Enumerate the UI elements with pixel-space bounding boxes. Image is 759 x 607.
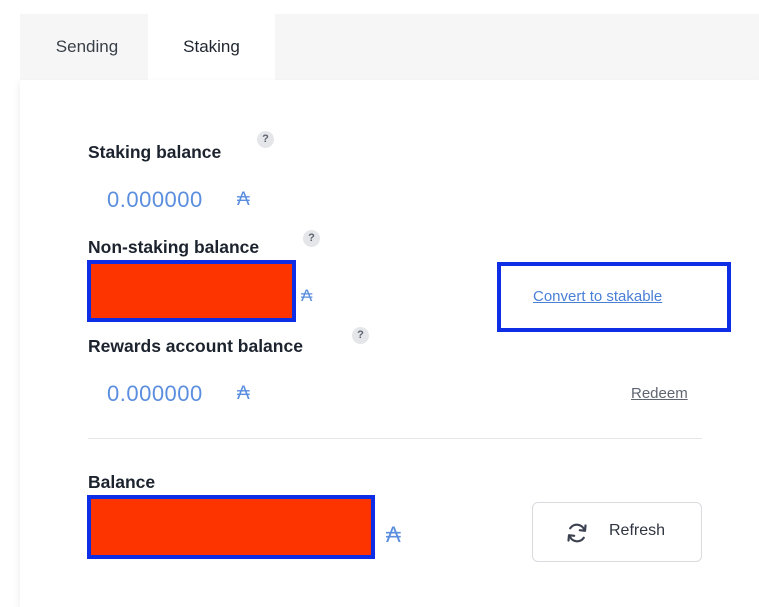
rewards-balance-help-icon[interactable]: ?	[352, 327, 369, 344]
rewards-balance-ada-icon: ₳	[237, 383, 250, 404]
rewards-balance-label: Rewards account balance	[88, 336, 303, 356]
balance-label: Balance	[88, 472, 156, 492]
refresh-button-label: Refresh	[609, 522, 666, 539]
balance-ada-icon: ₳	[386, 522, 401, 547]
staking-screen: Sending Staking Staking balance ? 0.0000…	[0, 0, 759, 607]
staking-balance-label: Staking balance	[88, 142, 222, 162]
tab-sending[interactable]: Sending	[32, 14, 142, 80]
balance-redaction	[87, 495, 375, 559]
non-staking-balance-help-icon[interactable]: ?	[303, 230, 320, 247]
non-staking-balance-ada-icon: ₳	[301, 286, 313, 305]
refresh-icon	[567, 523, 587, 543]
redeem-link[interactable]: Redeem	[631, 385, 688, 402]
section-divider	[88, 438, 702, 439]
tab-staking[interactable]: Staking	[148, 14, 275, 80]
staking-balance-value: 0.000000	[107, 187, 203, 212]
refresh-button[interactable]: Refresh	[532, 502, 702, 562]
non-staking-balance-label: Non-staking balance	[88, 237, 260, 257]
staking-balance-help-icon[interactable]: ?	[257, 131, 274, 148]
rewards-balance-value: 0.000000	[107, 381, 203, 406]
non-staking-balance-redaction	[87, 260, 296, 322]
convert-to-stakable-link[interactable]: Convert to stakable	[533, 288, 662, 305]
staking-balance-ada-icon: ₳	[237, 189, 250, 210]
